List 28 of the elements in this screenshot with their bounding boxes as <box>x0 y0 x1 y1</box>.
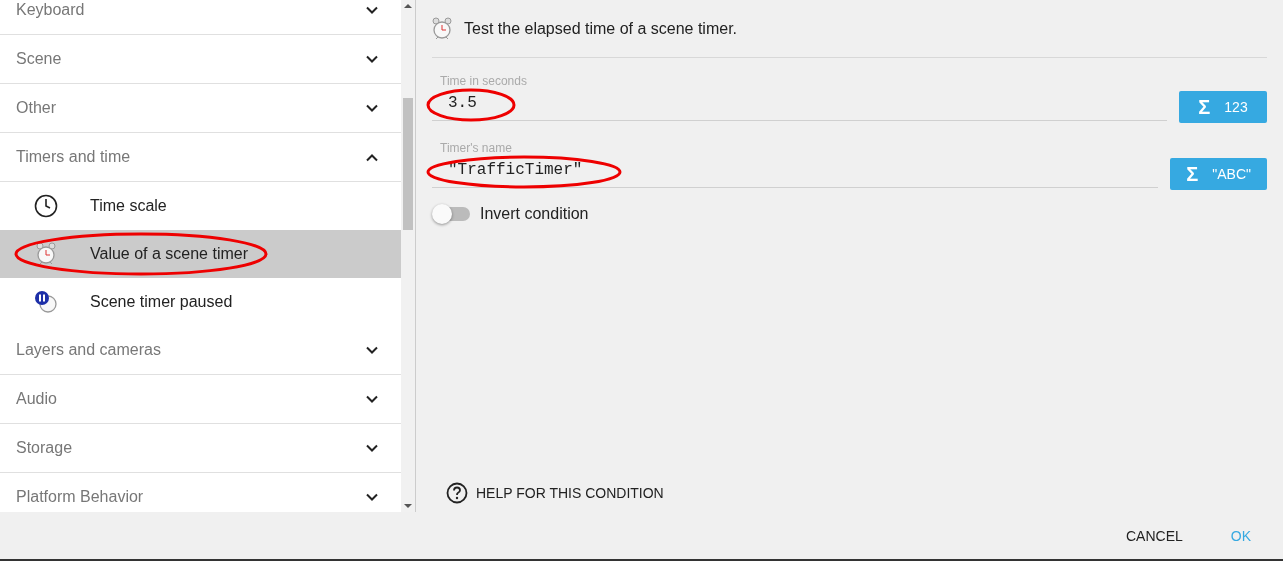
chevron-down-icon <box>365 443 380 453</box>
chevron-down-icon <box>365 394 380 404</box>
instruction-item[interactable]: Scene timer paused <box>0 278 402 326</box>
instruction-item[interactable]: Value of a scene timer <box>0 230 402 278</box>
chevron-down-icon <box>365 103 380 113</box>
alarm-clock-icon <box>34 242 58 266</box>
dialog-button[interactable]: CANCEL <box>1113 519 1195 552</box>
expression-button[interactable]: Σ 123 <box>1179 91 1267 123</box>
dialog-button[interactable]: OK <box>1218 519 1263 552</box>
chevron-up-icon <box>365 152 380 162</box>
condition-description: Test the elapsed time of a scene timer. <box>464 19 738 38</box>
toggle-switch[interactable] <box>432 204 470 224</box>
help-icon <box>446 482 468 504</box>
category-header[interactable]: Keyboard <box>0 0 402 35</box>
input-field[interactable]: Time in seconds 3.5 <box>432 74 1167 121</box>
chevron-down-icon <box>365 345 380 355</box>
help-link[interactable]: HELP FOR THIS CONDITION <box>446 482 664 504</box>
chevron-down-icon <box>365 5 380 15</box>
alarm-clock-icon <box>432 16 452 41</box>
chevron-down-icon <box>365 54 380 64</box>
instruction-item[interactable]: Time scale <box>0 182 402 230</box>
paused-timer-icon <box>34 290 58 314</box>
input-field[interactable]: Timer's name "TrafficTimer" <box>432 141 1159 188</box>
scrollbar[interactable] <box>401 0 415 512</box>
toggle-label: Invert condition <box>480 205 589 223</box>
expression-button[interactable]: Σ "ABC" <box>1170 158 1267 190</box>
chevron-down-icon <box>365 492 380 502</box>
clock-icon <box>34 194 58 218</box>
